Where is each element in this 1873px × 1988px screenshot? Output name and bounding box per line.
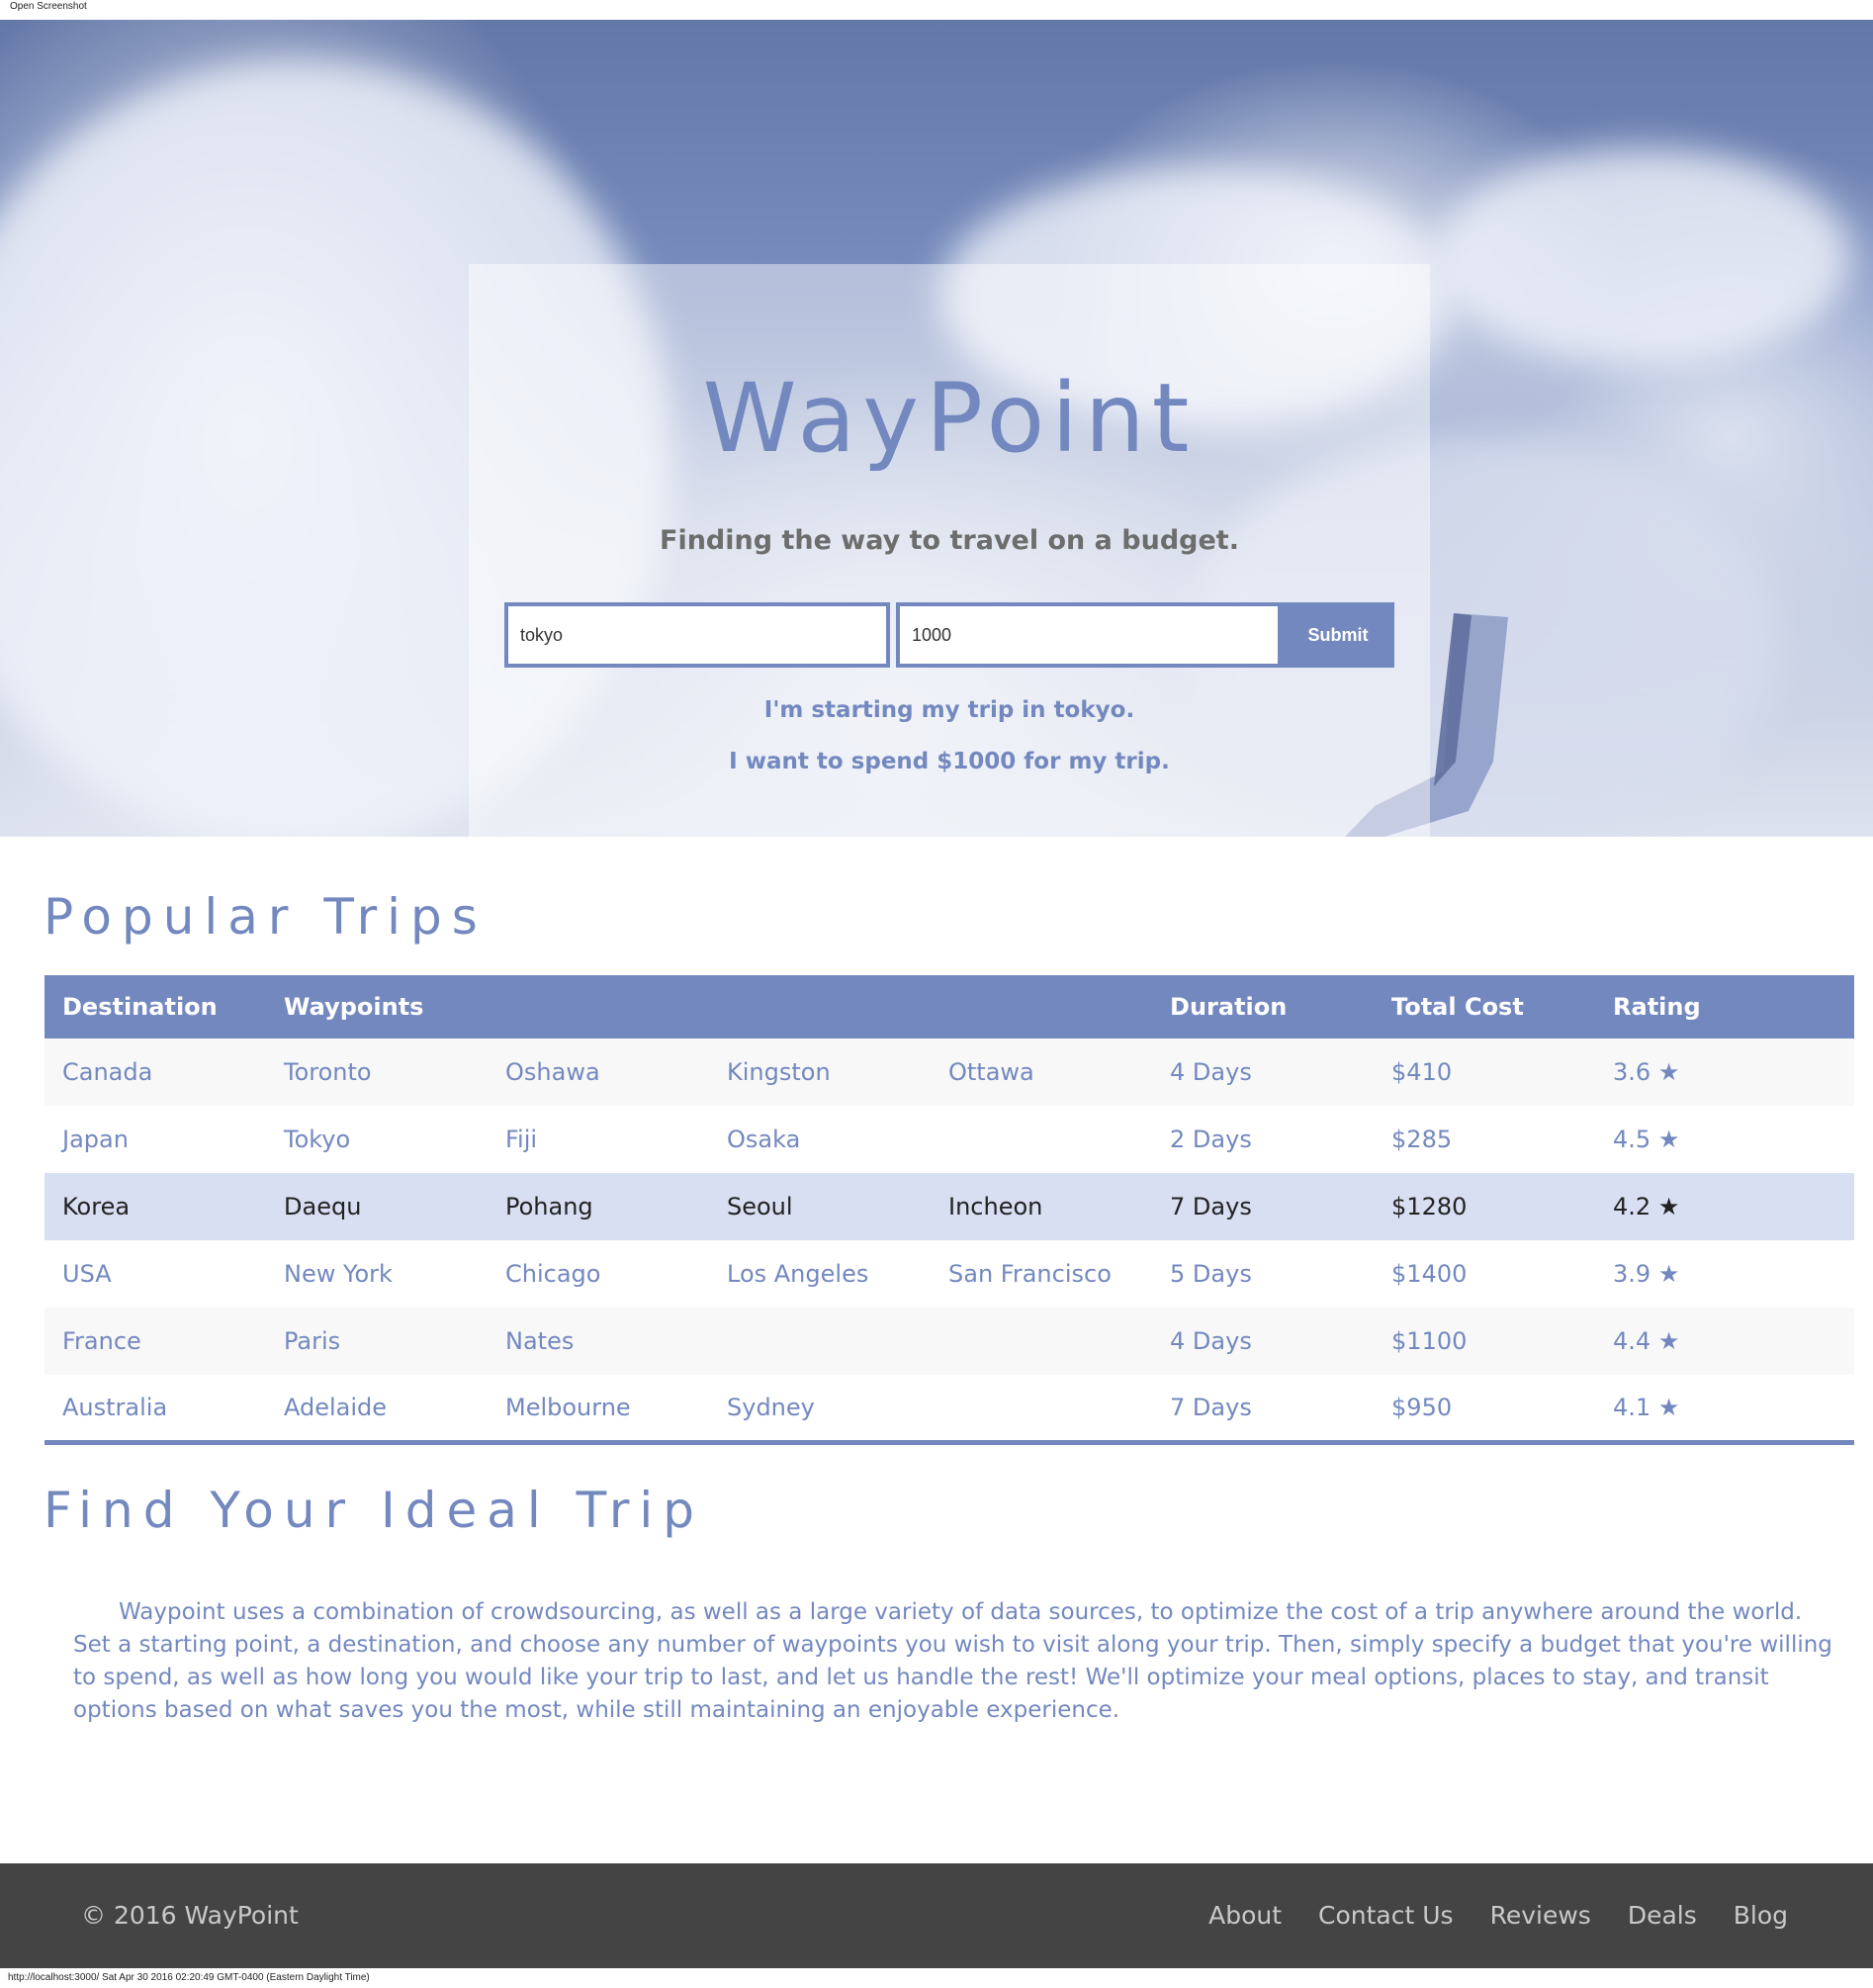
waypoint-cell: Ottawa bbox=[931, 1039, 1153, 1106]
destination-cell: Canada bbox=[45, 1039, 266, 1106]
site-footer: © 2016 WayPoint About Contact Us Reviews… bbox=[0, 1863, 1873, 1968]
footer-link-about[interactable]: About bbox=[1208, 1901, 1282, 1930]
search-panel: WayPoint Finding the way to travel on a … bbox=[469, 264, 1430, 837]
rating-cell: 4.1 ★ bbox=[1595, 1375, 1855, 1442]
tagline: Finding the way to travel on a budget. bbox=[660, 525, 1239, 556]
cost-cell: $1400 bbox=[1374, 1240, 1596, 1308]
duration-cell: 5 Days bbox=[1152, 1240, 1375, 1308]
budget-input[interactable] bbox=[896, 602, 1282, 668]
brand-title: WayPoint bbox=[702, 363, 1197, 474]
waypoint-cell: Los Angeles bbox=[709, 1240, 931, 1308]
table-row[interactable]: France Paris Nates 4 Days $1100 4.4 ★ bbox=[45, 1308, 1855, 1375]
waypoint-cell bbox=[931, 1106, 1153, 1173]
waypoint-cell: Chicago bbox=[488, 1240, 709, 1308]
open-screenshot-label[interactable]: Open Screenshot bbox=[10, 1, 87, 12]
start-summary-text: I'm starting my trip in tokyo. bbox=[763, 697, 1135, 723]
waypoint-cell: Incheon bbox=[931, 1173, 1153, 1240]
cost-cell: $285 bbox=[1374, 1106, 1596, 1173]
waypoint-cell: Tokyo bbox=[266, 1106, 488, 1173]
submit-button[interactable]: Submit bbox=[1282, 602, 1394, 668]
browser-status-bar: http://localhost:3000/ Sat Apr 30 2016 0… bbox=[0, 1968, 1873, 1988]
footer-link-reviews[interactable]: Reviews bbox=[1490, 1901, 1591, 1930]
column-header-destination: Destination bbox=[45, 975, 266, 1039]
footer-link-blog[interactable]: Blog bbox=[1734, 1901, 1788, 1930]
waypoint-cell: Nates bbox=[488, 1308, 709, 1375]
duration-cell: 7 Days bbox=[1152, 1375, 1375, 1442]
rating-cell: 4.5 ★ bbox=[1595, 1106, 1855, 1173]
duration-cell: 4 Days bbox=[1152, 1308, 1375, 1375]
waypoint-cell: Oshawa bbox=[488, 1039, 709, 1106]
cloud-shape bbox=[1434, 148, 1849, 366]
waypoint-cell: New York bbox=[266, 1240, 488, 1308]
rating-cell: 4.4 ★ bbox=[1595, 1308, 1855, 1375]
destination-cell: France bbox=[45, 1308, 266, 1375]
waypoint-cell: Osaka bbox=[709, 1106, 931, 1173]
table-row[interactable]: Australia Adelaide Melbourne Sydney 7 Da… bbox=[45, 1375, 1855, 1442]
ideal-trip-description: Waypoint uses a combination of crowdsour… bbox=[73, 1599, 1832, 1723]
waypoint-cell: Daequ bbox=[266, 1173, 488, 1240]
footer-link-deals[interactable]: Deals bbox=[1628, 1901, 1697, 1930]
waypoint-cell: Adelaide bbox=[266, 1375, 488, 1442]
column-header-total-cost: Total Cost bbox=[1374, 975, 1596, 1039]
waypoint-cell bbox=[709, 1308, 931, 1375]
status-url-text: http://localhost:3000/ Sat Apr 30 2016 0… bbox=[8, 1972, 370, 1983]
popular-trips-heading: Popular Trips bbox=[44, 888, 488, 946]
cost-cell: $1100 bbox=[1374, 1308, 1596, 1375]
starting-city-input[interactable] bbox=[504, 602, 890, 668]
footer-link-contact-us[interactable]: Contact Us bbox=[1318, 1901, 1454, 1930]
rating-cell: 3.6 ★ bbox=[1595, 1039, 1855, 1106]
table-row[interactable]: Canada Toronto Oshawa Kingston Ottawa 4 … bbox=[45, 1039, 1855, 1106]
waypoint-cell: Seoul bbox=[709, 1173, 931, 1240]
table-row-hovered[interactable]: Korea Daequ Pohang Seoul Incheon 7 Days … bbox=[45, 1173, 1855, 1240]
destination-cell: Korea bbox=[45, 1173, 266, 1240]
waypoint-cell: San Francisco bbox=[931, 1240, 1153, 1308]
waypoint-cell: Toronto bbox=[266, 1039, 488, 1106]
cost-cell: $410 bbox=[1374, 1039, 1596, 1106]
waypoint-cell: Fiji bbox=[488, 1106, 709, 1173]
destination-cell: Japan bbox=[45, 1106, 266, 1173]
destination-cell: USA bbox=[45, 1240, 266, 1308]
rating-cell: 4.2 ★ bbox=[1595, 1173, 1855, 1240]
popular-trips-table: Destination Waypoints Duration Total Cos… bbox=[45, 975, 1855, 1445]
waypoint-cell: Pohang bbox=[488, 1173, 709, 1240]
hero-banner: WayPoint Finding the way to travel on a … bbox=[0, 20, 1873, 837]
waypoint-cell: Melbourne bbox=[488, 1375, 709, 1442]
waypoint-cell: Paris bbox=[266, 1308, 488, 1375]
rating-cell: 3.9 ★ bbox=[1595, 1240, 1855, 1308]
column-header-rating: Rating bbox=[1595, 975, 1855, 1039]
waypoint-cell: Kingston bbox=[709, 1039, 931, 1106]
budget-summary-text: I want to spend $1000 for my trip. bbox=[729, 749, 1170, 774]
column-header-duration: Duration bbox=[1152, 975, 1375, 1039]
table-row[interactable]: Japan Tokyo Fiji Osaka 2 Days $285 4.5 ★ bbox=[45, 1106, 1855, 1173]
cost-cell: $1280 bbox=[1374, 1173, 1596, 1240]
ideal-trip-heading: Find Your Ideal Trip bbox=[44, 1482, 705, 1539]
duration-cell: 7 Days bbox=[1152, 1173, 1375, 1240]
table-header-row: Destination Waypoints Duration Total Cos… bbox=[45, 975, 1855, 1039]
destination-cell: Australia bbox=[45, 1375, 266, 1442]
waypoint-cell: Sydney bbox=[709, 1375, 931, 1442]
duration-cell: 2 Days bbox=[1152, 1106, 1375, 1173]
column-header-waypoints: Waypoints bbox=[266, 975, 1153, 1039]
waypoint-cell bbox=[931, 1308, 1153, 1375]
footer-nav: About Contact Us Reviews Deals Blog bbox=[1208, 1901, 1788, 1930]
table-row[interactable]: USA New York Chicago Los Angeles San Fra… bbox=[45, 1240, 1855, 1308]
copyright-text: © 2016 WayPoint bbox=[81, 1901, 299, 1930]
duration-cell: 4 Days bbox=[1152, 1039, 1375, 1106]
waypoint-cell bbox=[931, 1375, 1153, 1442]
cost-cell: $950 bbox=[1374, 1375, 1596, 1442]
browser-top-bar: Open Screenshot bbox=[0, 0, 1873, 20]
